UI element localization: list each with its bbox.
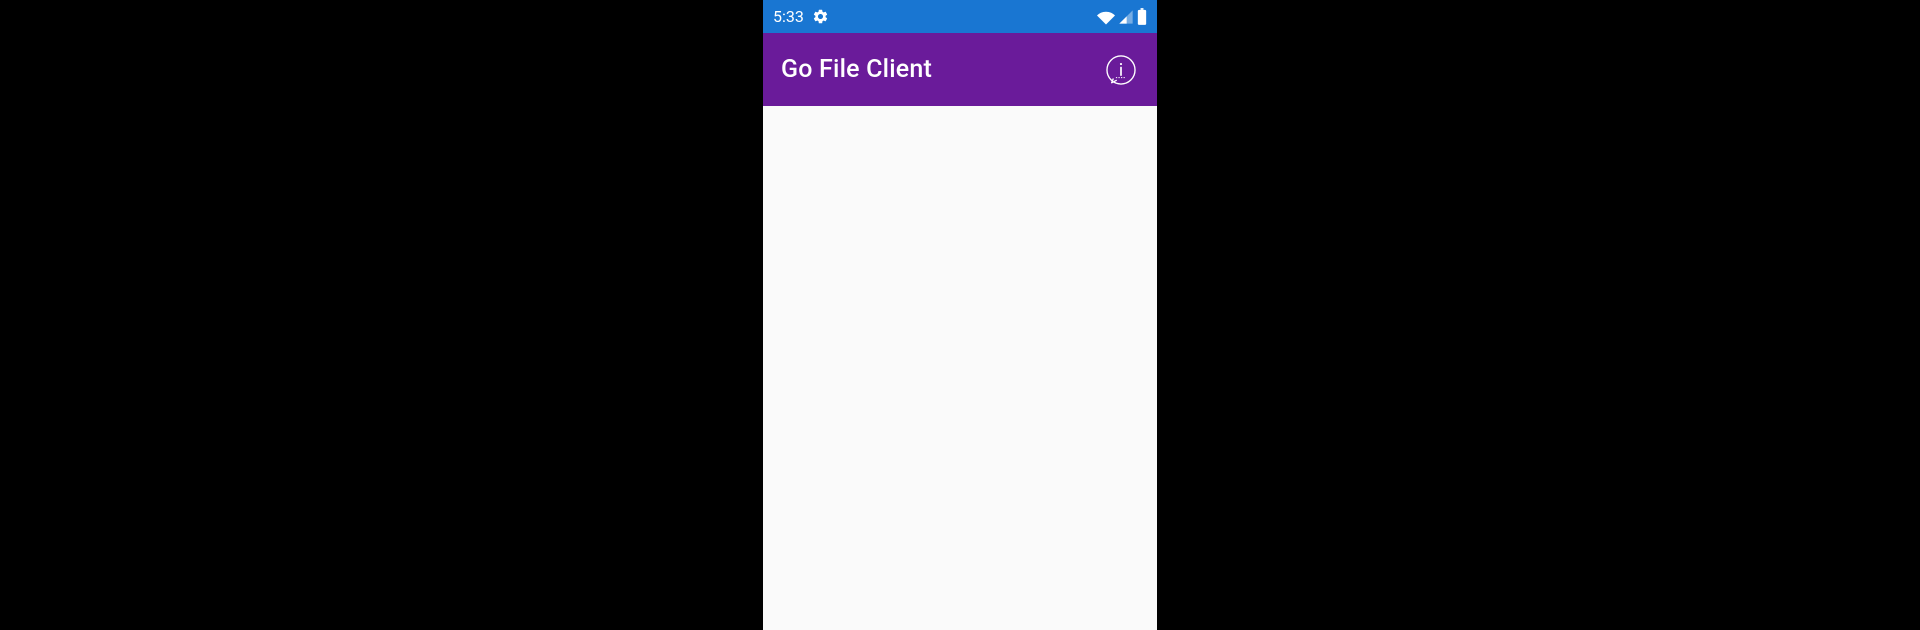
status-bar: 5:33 bbox=[763, 0, 1157, 33]
info-bubble-icon bbox=[1104, 53, 1138, 87]
cellular-signal-icon bbox=[1118, 9, 1134, 25]
wifi-icon bbox=[1097, 9, 1115, 25]
app-title: Go File Client bbox=[781, 55, 932, 84]
app-bar: Go File Client bbox=[763, 33, 1157, 106]
phone-screen: 5:33 bbox=[763, 0, 1157, 630]
info-button[interactable] bbox=[1103, 52, 1139, 88]
battery-icon bbox=[1137, 8, 1147, 25]
status-time: 5:33 bbox=[773, 7, 804, 26]
gear-icon bbox=[812, 8, 829, 25]
content-area[interactable] bbox=[763, 106, 1157, 630]
status-left: 5:33 bbox=[773, 7, 829, 26]
status-right bbox=[1097, 8, 1147, 25]
